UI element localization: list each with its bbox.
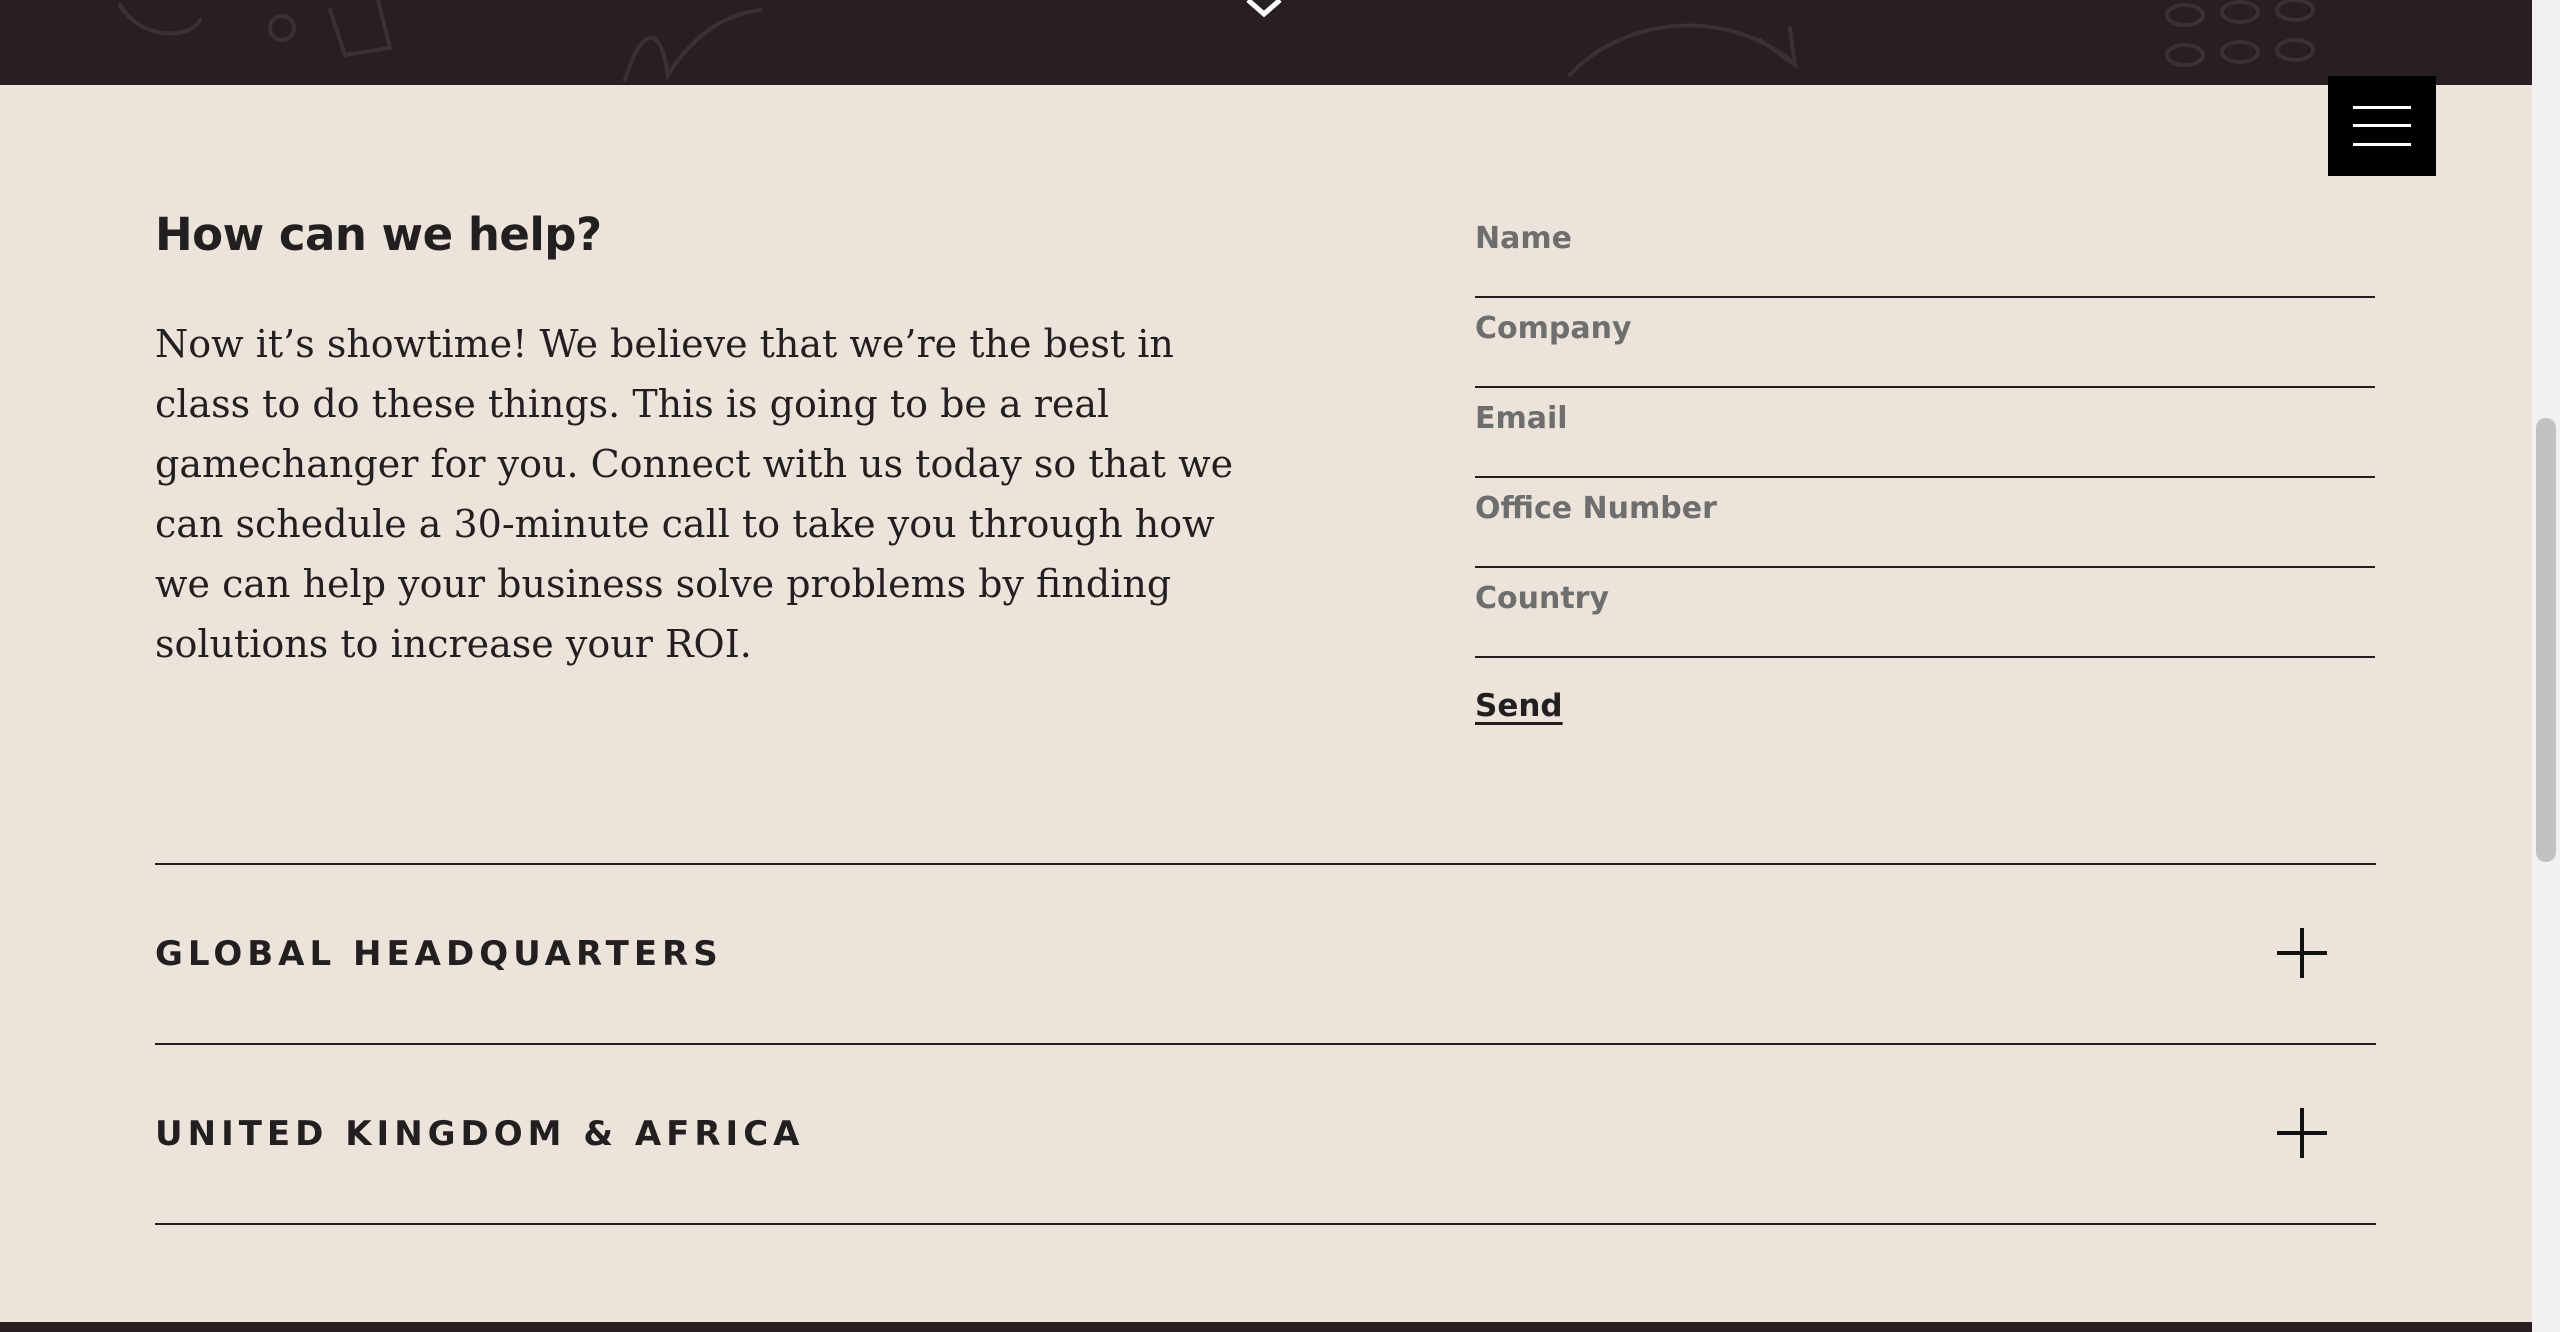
company-field-wrapper — [1475, 298, 2375, 388]
country-input[interactable] — [1475, 568, 2375, 628]
menu-line — [2353, 124, 2411, 127]
divider — [155, 1223, 2376, 1225]
plus-icon[interactable] — [2277, 928, 2327, 978]
hamburger-menu-icon[interactable] — [2328, 76, 2436, 176]
name-field-wrapper — [1475, 208, 2375, 298]
send-button[interactable]: Send — [1475, 688, 1563, 724]
scrollbar-thumb[interactable] — [2536, 418, 2556, 862]
email-input[interactable] — [1475, 388, 2375, 448]
plus-icon[interactable] — [2277, 1108, 2327, 1158]
header-band — [0, 0, 2532, 85]
footer-band — [0, 1322, 2532, 1332]
accordion-united-kingdom-africa[interactable]: UNITED KINGDOM & AFRICA — [155, 1045, 2376, 1223]
accordion-label: UNITED KINGDOM & AFRICA — [155, 1114, 805, 1154]
menu-line — [2353, 143, 2411, 146]
doodle-pattern — [118, 0, 2315, 82]
chevron-down-icon[interactable] — [1246, 0, 1282, 18]
help-description: Now it’s showtime! We believe that we’re… — [155, 322, 1234, 666]
country-field-wrapper — [1475, 568, 2375, 658]
company-input[interactable] — [1475, 298, 2375, 358]
email-field-wrapper — [1475, 388, 2375, 478]
menu-line — [2353, 106, 2411, 109]
accordion-global-headquarters[interactable]: GLOBAL HEADQUARTERS — [155, 865, 2376, 1043]
accordion-label: GLOBAL HEADQUARTERS — [155, 934, 723, 974]
office-number-input[interactable] — [1475, 478, 2375, 538]
help-heading: How can we help? — [155, 208, 602, 261]
name-input[interactable] — [1475, 208, 2375, 268]
office-number-field-wrapper — [1475, 478, 2375, 568]
